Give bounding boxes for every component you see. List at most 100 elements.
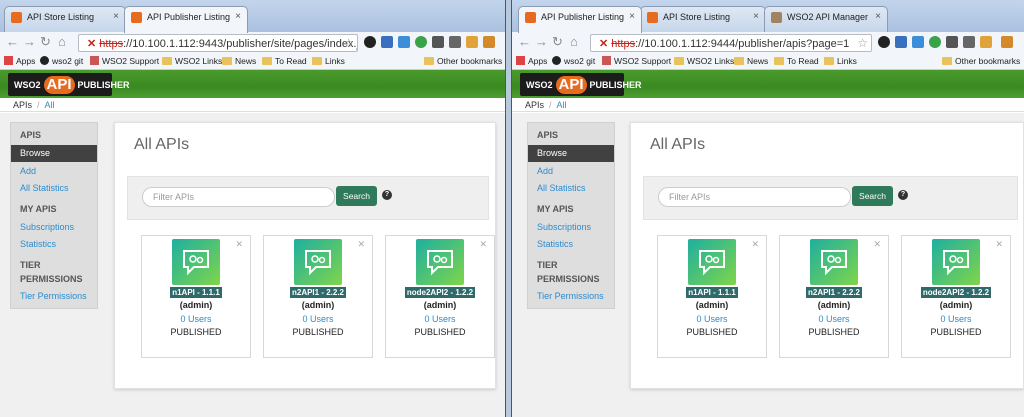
back-icon[interactable]: ← — [6, 35, 19, 49]
api-users-link[interactable]: 0 Users — [142, 314, 250, 324]
breadcrumb-all[interactable]: All — [557, 100, 567, 110]
api-card[interactable]: ✕ n2API1 - 2.2.2 (admin) 0 Users PUBLISH… — [263, 235, 373, 358]
bookmark-star-icon[interactable]: ☆ — [857, 36, 868, 50]
extension-icon[interactable] — [980, 36, 992, 48]
api-card[interactable]: ✕ n1API - 1.1.1 (admin) 0 Users PUBLISHE… — [657, 235, 767, 358]
bookmark-star-icon[interactable]: ☆ — [343, 36, 354, 50]
sidebar-item-tier-permissions[interactable]: Tier Permissions — [528, 291, 614, 301]
api-thumbnail-icon[interactable] — [416, 239, 464, 285]
extension-icon[interactable] — [432, 36, 444, 48]
bookmark-wso2-git[interactable]: wso2 git — [40, 56, 83, 66]
api-users-link[interactable]: 0 Users — [386, 314, 494, 324]
close-tab-icon[interactable]: × — [113, 11, 119, 22]
extension-icon[interactable] — [364, 36, 376, 48]
search-button[interactable]: Search — [336, 186, 377, 206]
api-thumbnail-icon[interactable] — [932, 239, 980, 285]
sidebar-item-subscriptions[interactable]: Subscriptions — [11, 222, 97, 232]
bookmark-links[interactable]: Links — [312, 56, 345, 66]
extension-icon[interactable] — [466, 36, 478, 48]
api-users-link[interactable]: 0 Users — [658, 314, 766, 324]
api-card[interactable]: ✕ node2API2 - 1.2.2 (admin) 0 Users PUBL… — [385, 235, 495, 358]
reload-icon[interactable]: ↻ — [40, 35, 51, 49]
search-button[interactable]: Search — [852, 186, 893, 206]
close-tab-icon[interactable]: × — [629, 11, 635, 22]
bookmark-wso2-links[interactable]: WSO2 Links — [162, 56, 222, 66]
delete-icon[interactable]: ✕ — [357, 239, 365, 250]
wso2-api-publisher-logo[interactable]: WSO2 API PUBLISHER — [520, 73, 642, 96]
sidebar-item-statistics[interactable]: Statistics — [11, 239, 97, 249]
forward-icon[interactable]: → — [535, 35, 548, 49]
tab-api-publisher-listing[interactable]: API Publisher Listing × — [518, 6, 642, 33]
api-name[interactable]: n1API - 1.1.1 — [142, 287, 250, 298]
close-tab-icon[interactable]: × — [753, 11, 759, 22]
sidebar-item-all-statistics[interactable]: All Statistics — [528, 183, 614, 193]
back-icon[interactable]: ← — [518, 35, 531, 49]
bookmark-news[interactable]: News — [734, 56, 768, 66]
delete-icon[interactable]: ✕ — [995, 239, 1003, 250]
extension-icon[interactable] — [398, 36, 410, 48]
filter-input[interactable]: Filter APIs — [658, 187, 851, 207]
filter-input[interactable]: Filter APIs — [142, 187, 335, 207]
api-card[interactable]: ✕ node2API2 - 1.2.2 (admin) 0 Users PUBL… — [901, 235, 1011, 358]
bookmark-to-read[interactable]: To Read — [774, 56, 819, 66]
home-icon[interactable]: ⌂ — [58, 35, 66, 49]
extension-icon[interactable] — [929, 36, 941, 48]
sidebar-item-all-statistics[interactable]: All Statistics — [11, 183, 97, 193]
sidebar-item-browse[interactable]: Browse — [11, 145, 97, 162]
close-tab-icon[interactable]: × — [235, 11, 241, 22]
help-icon[interactable]: ? — [382, 190, 392, 200]
breadcrumb-all[interactable]: All — [45, 100, 55, 110]
bookmark-news[interactable]: News — [222, 56, 256, 66]
forward-icon[interactable]: → — [23, 35, 36, 49]
api-name[interactable]: node2API2 - 1.2.2 — [902, 287, 1010, 298]
bookmark-wso2-links[interactable]: WSO2 Links — [674, 56, 734, 66]
menu-icon[interactable] — [483, 36, 495, 48]
extension-icon[interactable] — [946, 36, 958, 48]
api-users-link[interactable]: 0 Users — [902, 314, 1010, 324]
bookmark-other[interactable]: Other bookmarks — [942, 56, 1020, 66]
api-users-link[interactable]: 0 Users — [264, 314, 372, 324]
extension-icon[interactable] — [878, 36, 890, 48]
tab-api-store-listing[interactable]: API Store Listing × — [4, 6, 126, 32]
api-name[interactable]: node2API2 - 1.2.2 — [386, 287, 494, 298]
api-thumbnail-icon[interactable] — [172, 239, 220, 285]
sidebar-item-browse[interactable]: Browse — [528, 145, 614, 162]
breadcrumb-apis[interactable]: APIs — [525, 100, 544, 110]
bookmark-wso2-support[interactable]: WSO2 Support — [90, 56, 159, 66]
bookmark-apps[interactable]: Apps — [4, 56, 35, 66]
bookmark-wso2-support[interactable]: WSO2 Support — [602, 56, 671, 66]
api-thumbnail-icon[interactable] — [688, 239, 736, 285]
delete-icon[interactable]: ✕ — [479, 239, 487, 250]
address-bar[interactable]: ✕ https://10.100.1.112:9444/publisher/api… — [590, 34, 872, 52]
reload-icon[interactable]: ↻ — [552, 35, 563, 49]
bookmark-apps[interactable]: Apps — [516, 56, 547, 66]
close-tab-icon[interactable]: × — [875, 11, 881, 22]
bookmark-links[interactable]: Links — [824, 56, 857, 66]
extension-icon[interactable] — [912, 36, 924, 48]
help-icon[interactable]: ? — [898, 190, 908, 200]
extension-icon[interactable] — [415, 36, 427, 48]
api-card[interactable]: ✕ n2API1 - 2.2.2 (admin) 0 Users PUBLISH… — [779, 235, 889, 358]
wso2-api-publisher-logo[interactable]: WSO2 API PUBLISHER — [8, 73, 130, 96]
bookmark-to-read[interactable]: To Read — [262, 56, 307, 66]
tab-api-store-listing[interactable]: API Store Listing × — [640, 6, 766, 32]
sidebar-item-tier-permissions[interactable]: Tier Permissions — [11, 291, 97, 301]
api-name[interactable]: n1API - 1.1.1 — [658, 287, 766, 298]
api-card[interactable]: ✕ n1API - 1.1.1 (admin) 0 Users PUBLISHE… — [141, 235, 251, 358]
sidebar-item-subscriptions[interactable]: Subscriptions — [528, 222, 614, 232]
tab-wso2-api-manager[interactable]: WSO2 API Manager × — [764, 6, 888, 32]
extension-icon[interactable] — [963, 36, 975, 48]
sidebar-item-add[interactable]: Add — [11, 166, 97, 176]
extension-icon[interactable] — [895, 36, 907, 48]
api-users-link[interactable]: 0 Users — [780, 314, 888, 324]
bookmark-wso2-git[interactable]: wso2 git — [552, 56, 595, 66]
sidebar-item-add[interactable]: Add — [528, 166, 614, 176]
extension-icon[interactable] — [381, 36, 393, 48]
extension-icon[interactable] — [449, 36, 461, 48]
tab-api-publisher-listing[interactable]: API Publisher Listing × — [124, 6, 248, 33]
api-name[interactable]: n2API1 - 2.2.2 — [264, 287, 372, 298]
menu-icon[interactable] — [1001, 36, 1013, 48]
api-name[interactable]: n2API1 - 2.2.2 — [780, 287, 888, 298]
home-icon[interactable]: ⌂ — [570, 35, 578, 49]
api-thumbnail-icon[interactable] — [294, 239, 342, 285]
